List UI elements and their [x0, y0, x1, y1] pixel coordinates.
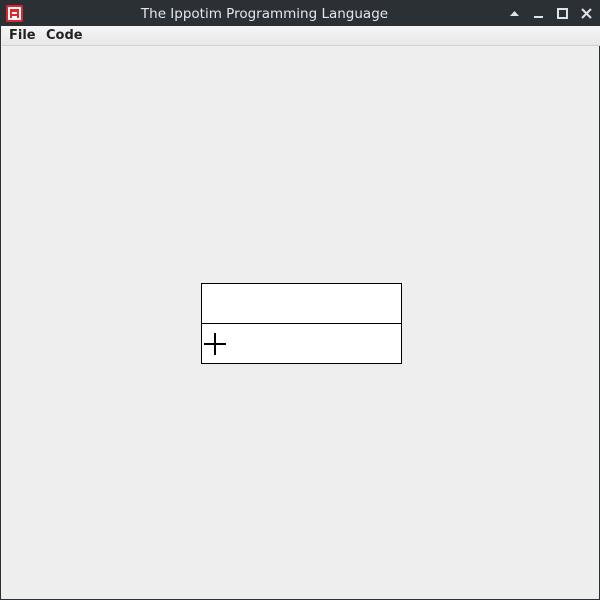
title-bar[interactable]: The Ippotim Programming Language	[1, 1, 600, 26]
shade-icon[interactable]	[506, 5, 523, 22]
menu-file[interactable]: File	[9, 26, 36, 46]
maximize-icon[interactable]	[554, 5, 571, 22]
code-row-cell[interactable]	[202, 284, 401, 324]
add-row-cell[interactable]	[202, 324, 401, 363]
menu-bar: File Code	[2, 26, 600, 46]
app-window: The Ippotim Programming Language File Co…	[0, 0, 600, 600]
code-block-grid	[201, 283, 402, 364]
minimize-icon[interactable]	[530, 5, 547, 22]
menu-code[interactable]: Code	[46, 26, 83, 46]
close-icon[interactable]	[578, 5, 595, 22]
plus-icon[interactable]	[204, 333, 226, 355]
window-title: The Ippotim Programming Language	[140, 6, 389, 22]
